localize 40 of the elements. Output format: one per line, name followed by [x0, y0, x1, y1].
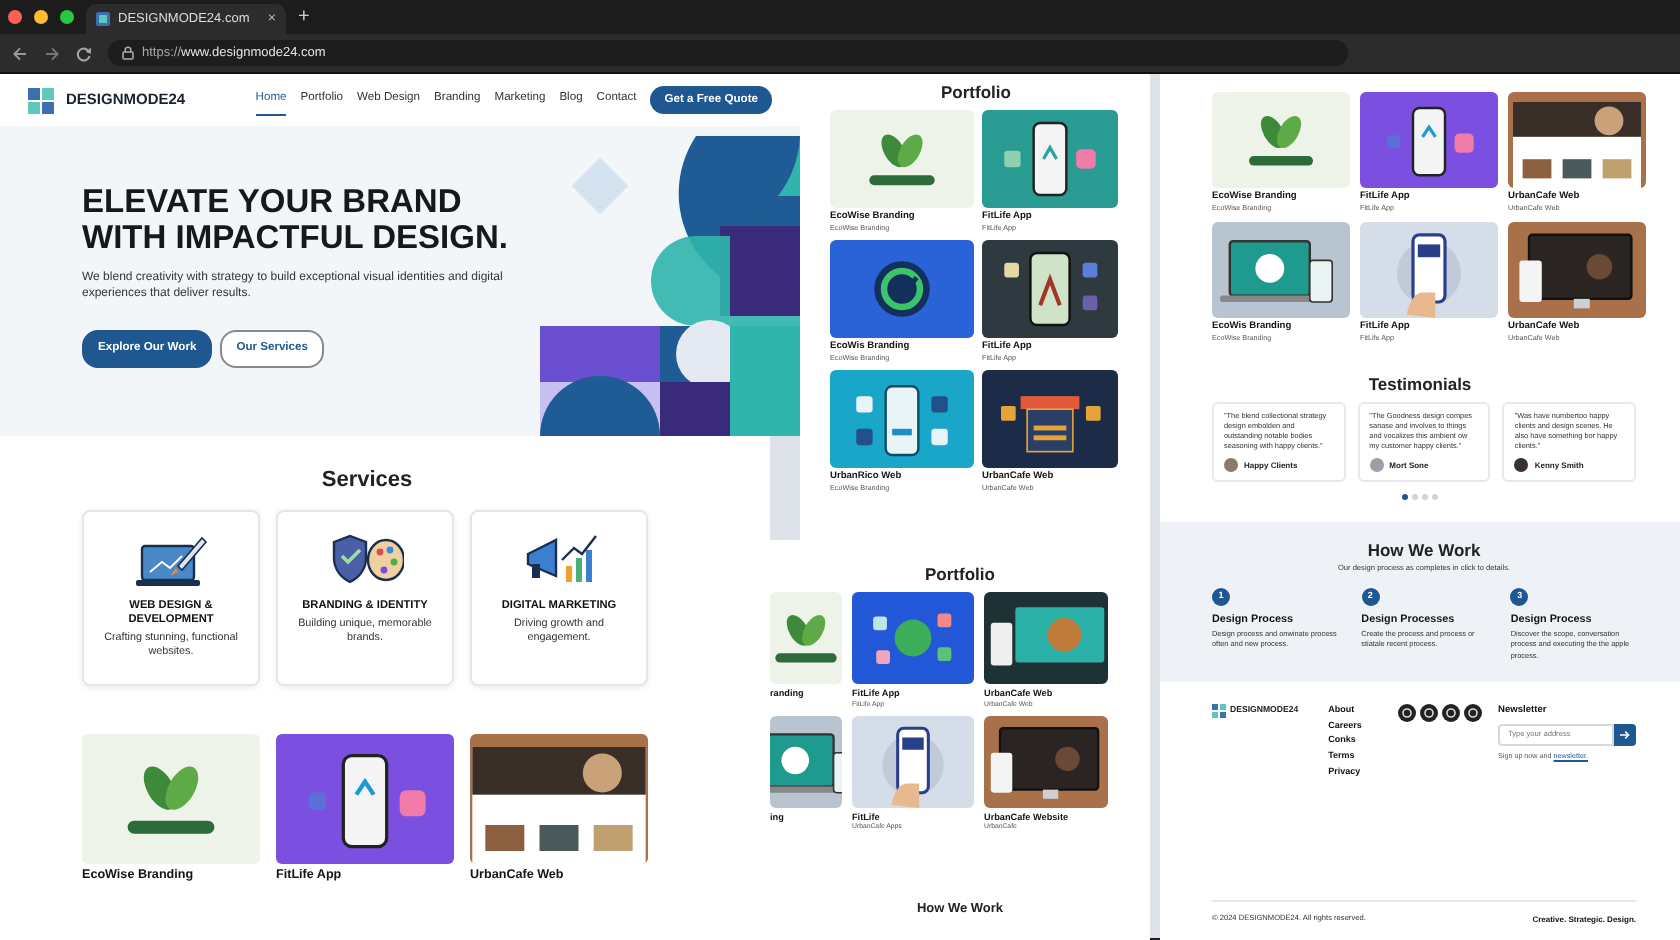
avatar-icon [1369, 458, 1384, 473]
thumbnail-image [1508, 92, 1646, 188]
thumbnail-image [982, 240, 1118, 339]
thumbnail-image [830, 370, 974, 469]
forward-icon[interactable] [44, 45, 60, 61]
thumbnail-image [852, 715, 974, 808]
thumbnail-image [984, 592, 1108, 685]
thumbnail-image [830, 240, 974, 339]
hero-heading: ELEVATE YOUR BRAND WITH IMPACTFUL DESIGN. [82, 186, 510, 258]
favicon-icon [96, 12, 110, 26]
thumbnail-image [984, 715, 1108, 808]
back-icon[interactable] [12, 45, 28, 61]
section-heading: Services [319, 468, 415, 495]
arrow-icon [1620, 729, 1630, 740]
thumbnail-image [770, 592, 842, 685]
section-heading: Portfolio [923, 564, 997, 585]
thumbnail-image [852, 592, 974, 685]
logo-icon [1212, 703, 1226, 718]
new-tab-button[interactable]: + [298, 7, 310, 27]
lock-icon [122, 46, 134, 60]
thumbnail-image [1212, 92, 1350, 188]
avatar-icon [1224, 458, 1238, 473]
section-heading: Portfolio [939, 82, 1013, 103]
avatar-icon [1514, 458, 1529, 473]
carousel-dot[interactable] [1412, 494, 1418, 501]
thumbnail-image [1212, 222, 1350, 319]
thumbnail-image [982, 110, 1118, 209]
section-heading: Testimonials [1366, 374, 1474, 395]
thumbnail-image [982, 370, 1118, 469]
thumbnail-image [830, 110, 974, 209]
thumbnail-image [1508, 222, 1646, 319]
carousel-dot[interactable] [1432, 494, 1438, 501]
carousel-dot[interactable] [1422, 494, 1428, 501]
section-heading: How We Work [1365, 540, 1483, 561]
carousel-dot[interactable] [1402, 494, 1408, 501]
reload-icon[interactable] [76, 45, 92, 61]
subscribe-button[interactable] [1614, 723, 1636, 746]
thumbnail-image [1360, 92, 1498, 188]
logo-icon [28, 87, 54, 113]
thumbnail-image [1360, 222, 1498, 319]
